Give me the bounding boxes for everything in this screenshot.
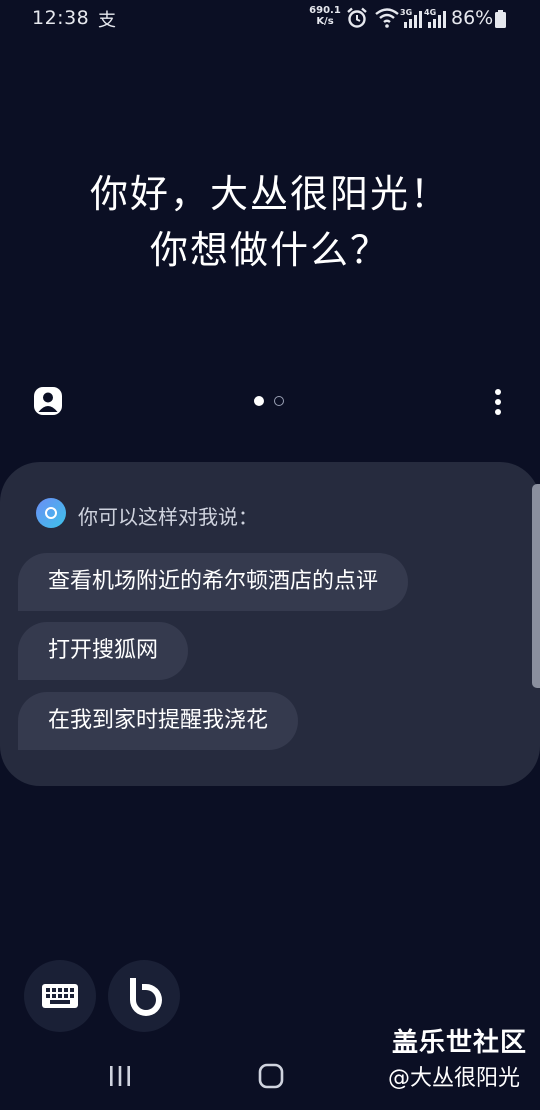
signal-3g-icon: 3G — [400, 8, 422, 28]
status-bar: 12:38 支 690.1 K/s 3G 4G 86% — [0, 0, 540, 38]
battery-percentage: 86% — [451, 7, 494, 29]
keyboard-button[interactable] — [24, 960, 96, 1032]
wifi-icon — [375, 8, 399, 28]
suggestion-chip[interactable]: 在我到家时提醒我浇花 — [18, 692, 299, 750]
network-speed-unit: K/s — [316, 16, 334, 27]
network-speed: 690.1 K/s — [306, 5, 344, 27]
suggestion-chip[interactable]: 查看机场附近的希尔顿酒店的点评 — [18, 553, 409, 611]
svg-text:3G: 3G — [400, 8, 412, 17]
page-dot-active — [254, 396, 264, 406]
more-options-icon[interactable] — [492, 388, 504, 416]
suggestion-chip[interactable]: 打开搜狐网 — [18, 622, 189, 680]
greeting-line-2: 你想做什么？ — [149, 228, 390, 272]
keyboard-icon — [42, 984, 78, 1008]
greeting: 你好，大丛很阳光！ 你想做什么？ — [0, 166, 540, 278]
greeting-line-1: 你好，大丛很阳光！ — [89, 172, 450, 216]
recent-apps-icon[interactable] — [107, 1064, 133, 1088]
edge-panel-handle[interactable] — [532, 484, 540, 688]
battery-icon — [495, 10, 506, 28]
svg-text:4G: 4G — [424, 8, 436, 17]
home-icon[interactable] — [258, 1063, 284, 1089]
bixby-b-icon — [130, 978, 162, 1016]
bixby-voice-button[interactable] — [108, 960, 180, 1032]
alipay-notification-icon: 支 — [98, 10, 116, 31]
profile-icon[interactable] — [33, 386, 63, 416]
bixby-home-screen: 12:38 支 690.1 K/s 3G 4G 86% 你好，大丛很阳光！ 你想… — [0, 0, 540, 1110]
suggestions-card: 你可以这样对我说： 查看机场附近的希尔顿酒店的点评 打开搜狐网 在我到家时提醒我… — [0, 462, 540, 786]
page-dot-inactive — [274, 396, 284, 406]
status-time: 12:38 — [32, 7, 90, 29]
card-title: 你可以这样对我说： — [78, 505, 258, 529]
network-speed-value: 690.1 — [309, 5, 341, 16]
signal-4g-icon: 4G — [424, 8, 446, 28]
navigation-bar — [0, 1040, 540, 1110]
alarm-icon — [347, 7, 367, 28]
bixby-logo-icon — [36, 498, 66, 528]
